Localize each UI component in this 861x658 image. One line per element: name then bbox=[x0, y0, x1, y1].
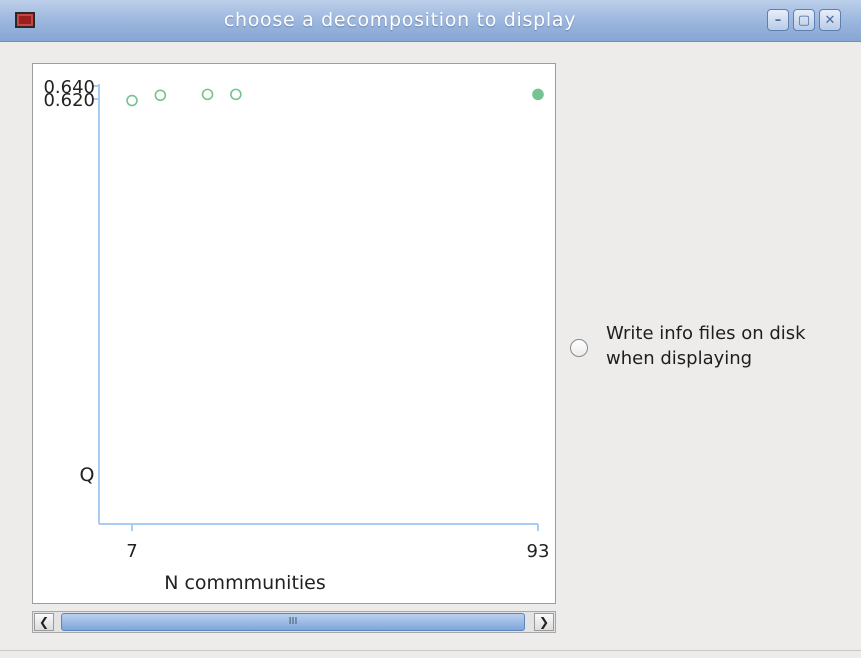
write-info-files-label[interactable]: Write info files on disk when displaying bbox=[606, 321, 856, 371]
y-tick-label: 0.620 bbox=[43, 90, 95, 111]
scroll-left-button[interactable]: ❮ bbox=[34, 613, 54, 631]
close-icon: ✕ bbox=[824, 12, 836, 28]
maximize-button[interactable]: ▢ bbox=[793, 9, 815, 31]
chart-panel: 0.640 0.620 7 93 Q N commmunities bbox=[32, 63, 556, 604]
chevron-right-icon: ❯ bbox=[538, 615, 550, 629]
data-point[interactable] bbox=[230, 88, 242, 101]
grip-icon: III bbox=[288, 616, 298, 627]
data-point[interactable] bbox=[154, 89, 167, 102]
data-point[interactable] bbox=[532, 88, 544, 101]
horizontal-scrollbar[interactable]: ❮ III ❯ bbox=[32, 611, 556, 633]
window-title: choose a decomposition to display bbox=[223, 9, 577, 31]
x-axis-label: N commmunities bbox=[164, 572, 326, 594]
write-info-files-radio[interactable] bbox=[570, 339, 588, 357]
close-button[interactable]: ✕ bbox=[819, 9, 841, 31]
write-info-files-label-line1: Write info files on disk bbox=[606, 323, 806, 344]
x-tick-label: 93 bbox=[527, 541, 550, 562]
title-bar[interactable]: choose a decomposition to display – ▢ ✕ bbox=[0, 0, 861, 42]
minimize-icon: – bbox=[774, 12, 782, 28]
data-point[interactable] bbox=[126, 94, 138, 107]
scrollbar-thumb[interactable]: III bbox=[61, 613, 525, 631]
data-point[interactable] bbox=[201, 88, 214, 101]
write-info-files-label-line2: when displaying bbox=[606, 348, 753, 369]
minimize-button[interactable]: – bbox=[767, 9, 789, 31]
window-bottom-border bbox=[0, 650, 861, 651]
scroll-right-button[interactable]: ❯ bbox=[534, 613, 554, 631]
x-tick-label: 7 bbox=[126, 541, 137, 562]
chevron-left-icon: ❮ bbox=[38, 615, 50, 629]
maximize-icon: ▢ bbox=[797, 12, 811, 28]
y-axis-label: Q bbox=[80, 464, 95, 486]
decomposition-chart[interactable]: 0.6400.6207 93QN commmunities bbox=[33, 64, 555, 603]
